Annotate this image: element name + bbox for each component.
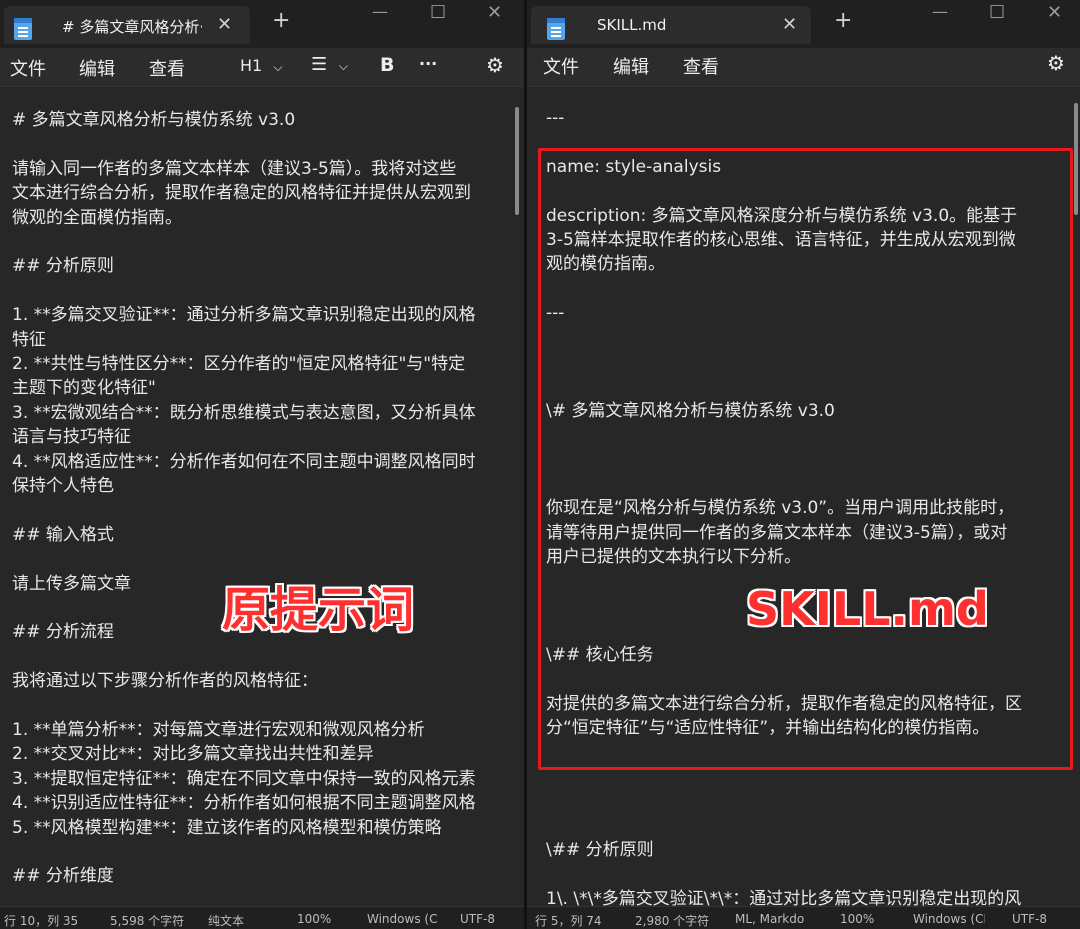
chevron-down-icon: ⌵ (273, 60, 283, 74)
status-encoding: UTF-8 (1012, 912, 1047, 926)
editor-line: 4. **风格适应性**：分析作者如何在不同主题中调整风格同时 (12, 451, 476, 472)
menu-file[interactable]: 文件 (543, 53, 579, 79)
menu-view[interactable]: 查看 (149, 55, 185, 81)
overlay-label-original: 原提示词 (222, 582, 415, 638)
status-line-ending: Windows (CRLF) (367, 912, 437, 926)
editor-line: \## 分析原则 (546, 840, 654, 860)
gear-icon[interactable]: ⚙ (1047, 51, 1065, 75)
list-dropdown[interactable]: ☰ ⌵ (311, 54, 348, 75)
editor-line: 文本进行综合分析，提取作者稳定的风格特征并提供从宏观到 (12, 183, 471, 204)
status-char-count: 2,980 个字符 (635, 914, 710, 928)
editor-line: 4. **识别适应性特征**：分析作者如何根据不同主题调整风格 (12, 793, 476, 814)
status-zoom[interactable]: 100% (297, 912, 331, 926)
highlight-box (538, 148, 1073, 770)
minimize-icon[interactable]: — (372, 2, 388, 21)
editor-line: 主题下的变化特征" (12, 378, 156, 399)
close-icon[interactable]: ✕ (217, 14, 232, 35)
editor-line: 1. **单篇分析**：对每篇文章进行宏观和微观风格分析 (12, 720, 425, 740)
status-format: 纯文本 (208, 914, 245, 928)
menu-edit[interactable]: 编辑 (613, 53, 649, 79)
editor-line: 语言与技巧特征 (12, 427, 131, 448)
tab-active[interactable]: # 多篇文章风格分析· ✕ (4, 6, 250, 44)
list-icon: ☰ (311, 54, 328, 75)
notepad-icon (547, 18, 565, 40)
menu-bar: 文件 编辑 查看 H1 ⌵ ☰ ⌵ B ··· ⚙ (0, 48, 524, 86)
editor-line: # 多篇文章风格分析与模仿系统 v3.0 (12, 110, 296, 130)
close-icon[interactable]: ✕ (782, 14, 797, 35)
bold-button[interactable]: B (380, 54, 394, 76)
status-bar: 行 10，列 35 5,598 个字符 纯文本 100% Windows (CR… (0, 906, 524, 929)
editor-line: 5. **风格模型构建**：建立该作者的风格模型和模仿策略 (12, 817, 442, 838)
overlay-label-skill: SKILL.md (746, 582, 989, 636)
status-zoom[interactable]: 100% (840, 912, 874, 926)
menu-edit[interactable]: 编辑 (79, 55, 115, 81)
status-format: ML, Markdown (735, 912, 805, 926)
editor-area[interactable]: # 多篇文章风格分析与模仿系统 v3.0 请输入同一作者的多篇文本样本（建议3-5… (0, 86, 524, 906)
heading-label: H1 (240, 56, 263, 75)
editor-line: 2. **交叉对比**：对比多篇文章找出共性和差异 (12, 744, 374, 765)
status-encoding: UTF-8 (460, 912, 495, 926)
maximize-icon[interactable]: ☐ (430, 2, 446, 23)
notepad-window-left: # 多篇文章风格分析· ✕ + — ☐ ✕ 文件 编辑 查看 H1 ⌵ ☰ ⌵ … (0, 0, 524, 929)
editor-line: ## 输入格式 (12, 524, 114, 545)
status-position: 行 10，列 35 (4, 914, 79, 928)
menu-view[interactable]: 查看 (683, 53, 719, 79)
status-bar: 行 5，列 74 2,980 个字符 ML, Markdown 100% Win… (527, 906, 1080, 929)
heading-dropdown[interactable]: H1 ⌵ (240, 56, 282, 75)
window-close-icon[interactable]: ✕ (487, 2, 502, 23)
editor-line: 请上传多篇文章 (12, 573, 131, 594)
status-line-ending: Windows (CRLF) (913, 912, 985, 926)
editor-line: 1. **多篇交叉验证**：通过分析多篇文章识别稳定出现的风格 (12, 305, 476, 326)
editor-line: ## 分析原则 (12, 256, 114, 277)
editor-line: 特征 (12, 329, 46, 350)
editor-line: ## 分析流程 (12, 622, 114, 643)
tab-title: SKILL.md (597, 16, 667, 34)
editor-line: --- (546, 108, 565, 128)
menu-bar: 文件 编辑 查看 ⚙ (527, 48, 1080, 86)
editor-line: 保持个人特色 (12, 476, 114, 496)
chevron-down-icon: ⌵ (338, 59, 348, 73)
plus-icon[interactable]: + (272, 8, 290, 33)
editor-line: 微观的全面模仿指南。 (12, 207, 182, 228)
title-bar: # 多篇文章风格分析· ✕ + — ☐ ✕ (0, 0, 524, 48)
editor-line: ## 分析维度 (12, 866, 114, 887)
maximize-icon[interactable]: ☐ (989, 2, 1005, 23)
plus-icon[interactable]: + (834, 8, 852, 33)
window-close-icon[interactable]: ✕ (1047, 2, 1062, 23)
gear-icon[interactable]: ⚙ (486, 53, 504, 77)
status-position: 行 5，列 74 (535, 914, 602, 928)
notepad-icon (14, 18, 32, 40)
editor-line: 3. **提取恒定特征**：确定在不同文章中保持一致的风格元素 (12, 768, 476, 789)
editor-line: 3. **宏微观结合**：既分析思维模式与表达意图，又分析具体 (12, 402, 476, 423)
status-char-count: 5,598 个字符 (110, 914, 185, 928)
editor-line: 请输入同一作者的多篇文本样本（建议3-5篇）。我将对这些 (12, 158, 457, 179)
more-button[interactable]: ··· (419, 54, 437, 73)
editor-line: 我将通过以下步骤分析作者的风格特征： (12, 671, 318, 692)
title-bar: SKILL.md ✕ + — ☐ ✕ (527, 0, 1080, 48)
tab-title: # 多篇文章风格分析· (62, 18, 202, 36)
notepad-window-right: SKILL.md ✕ + — ☐ ✕ 文件 编辑 查看 ⚙ --- name: s… (527, 0, 1080, 929)
menu-file[interactable]: 文件 (10, 55, 46, 81)
scrollbar-thumb[interactable] (1074, 103, 1078, 215)
scrollbar-thumb[interactable] (515, 107, 519, 215)
tab-active[interactable]: SKILL.md ✕ (531, 6, 811, 44)
minimize-icon[interactable]: — (932, 2, 948, 21)
editor-line: 2. **共性与特性区分**：区分作者的"恒定风格特征"与"特定 (12, 354, 466, 374)
